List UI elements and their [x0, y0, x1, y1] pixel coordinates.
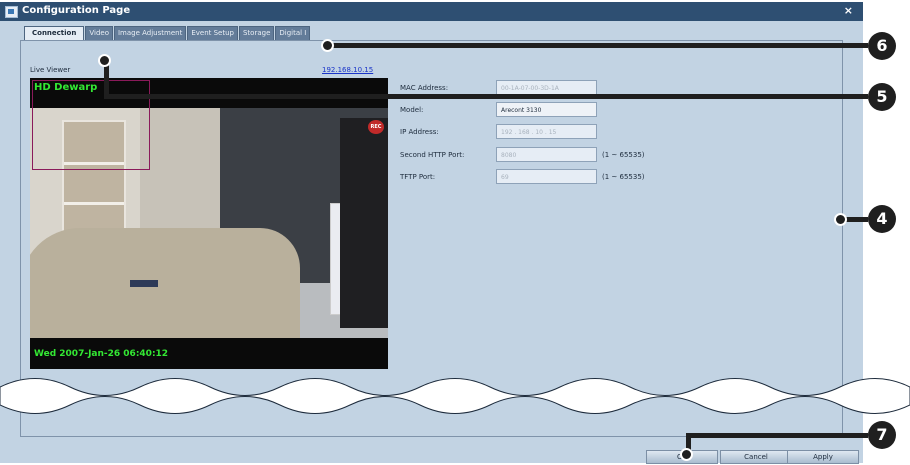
callout-6: 6: [868, 32, 896, 60]
mac-address-label: MAC Address:: [400, 84, 449, 92]
tftp-port-range: (1 ~ 65535): [602, 173, 645, 181]
app-icon: [5, 6, 18, 18]
callout-6-dot: [321, 39, 334, 52]
callout-5-line: [104, 94, 868, 99]
callout-7-dot: [680, 448, 693, 461]
window-title: Configuration Page: [22, 5, 131, 16]
live-viewer-label: Live Viewer: [30, 66, 71, 74]
tab-connection[interactable]: Connection: [24, 26, 85, 40]
http-port-range: (1 ~ 65535): [602, 151, 645, 159]
close-icon[interactable]: ×: [844, 4, 853, 17]
callout-4-dot: [834, 213, 847, 226]
tab-video[interactable]: Video: [85, 26, 113, 40]
callout-6-line: [328, 43, 868, 48]
rec-badge: REC: [368, 120, 384, 134]
model-label: Model:: [400, 106, 424, 114]
tftp-port-label: TFTP Port:: [400, 173, 436, 181]
callout-7-line: [686, 433, 868, 438]
second-http-port-field[interactable]: 8080: [496, 147, 597, 162]
osd-title: HD Dewarp: [34, 82, 98, 93]
callout-7: 7: [868, 421, 896, 449]
cancel-button[interactable]: Cancel: [720, 450, 792, 464]
tab-event-setup[interactable]: Event Setup: [187, 26, 238, 40]
tab-digital-io[interactable]: Digital I: [275, 26, 311, 40]
ip-address-field: 192 . 168 . 10 . 15: [496, 124, 597, 139]
live-video-view[interactable]: REC HD Dewarp Wed 2007-Jan-26 06:40:12: [30, 78, 388, 369]
callout-4: 4: [868, 205, 896, 233]
osd-timestamp: Wed 2007-Jan-26 06:40:12: [34, 349, 169, 359]
callout-5: 5: [868, 83, 896, 111]
tab-image-adjustment[interactable]: Image Adjustment: [113, 26, 187, 40]
scene-jacket-tag: [130, 280, 158, 287]
callout-5-dot: [98, 54, 111, 67]
ip-address-label: IP Address:: [400, 128, 439, 136]
tab-bar: Connection Video Image Adjustment Event …: [24, 26, 311, 41]
apply-button[interactable]: Apply: [787, 450, 859, 464]
page-break-wave: [0, 378, 910, 414]
camera-ip-link[interactable]: 192.168.10.15: [322, 66, 373, 74]
second-http-port-label: Second HTTP Port:: [400, 151, 465, 159]
scene-jacket: [30, 228, 300, 338]
model-field: Arecont 3130: [496, 102, 597, 117]
tftp-port-field[interactable]: 69: [496, 169, 597, 184]
mac-address-field: 00-1A-07-00-3D-1A: [496, 80, 597, 95]
scene-cabinet: [340, 118, 388, 328]
title-bar: Configuration Page ×: [0, 2, 863, 21]
tab-storage[interactable]: Storage: [238, 26, 275, 40]
